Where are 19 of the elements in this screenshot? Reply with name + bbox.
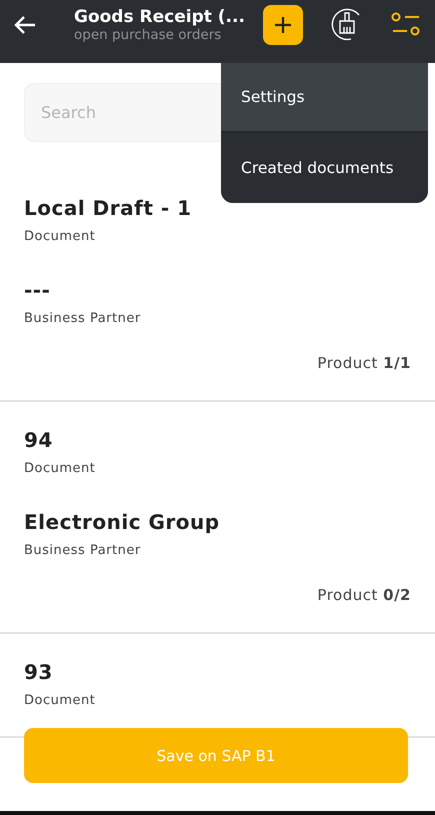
back-arrow-icon[interactable] [14, 14, 36, 34]
header-title: Goods Receipt (... [74, 6, 246, 26]
partner-name: --- [24, 278, 52, 302]
plus-icon [274, 16, 292, 34]
product-count: Product 0/2 [317, 586, 411, 604]
partner-label: Business Partner [24, 543, 142, 558]
product-count: Product 1/1 [317, 354, 411, 372]
document-number: 93 [24, 660, 54, 684]
document-label: Document [24, 229, 96, 244]
document-number: Local Draft - 1 [24, 196, 193, 220]
partner-name: Electronic Group [24, 510, 221, 534]
add-button[interactable] [263, 4, 303, 44]
document-label: Document [24, 693, 96, 708]
document-number: 94 [24, 428, 54, 452]
document-label: Document [24, 461, 96, 476]
filter-settings-icon[interactable] [391, 10, 421, 38]
partner-label: Business Partner [24, 311, 142, 326]
header-subtitle: open purchase orders [74, 26, 222, 42]
menu-item[interactable]: Settings [221, 63, 428, 133]
